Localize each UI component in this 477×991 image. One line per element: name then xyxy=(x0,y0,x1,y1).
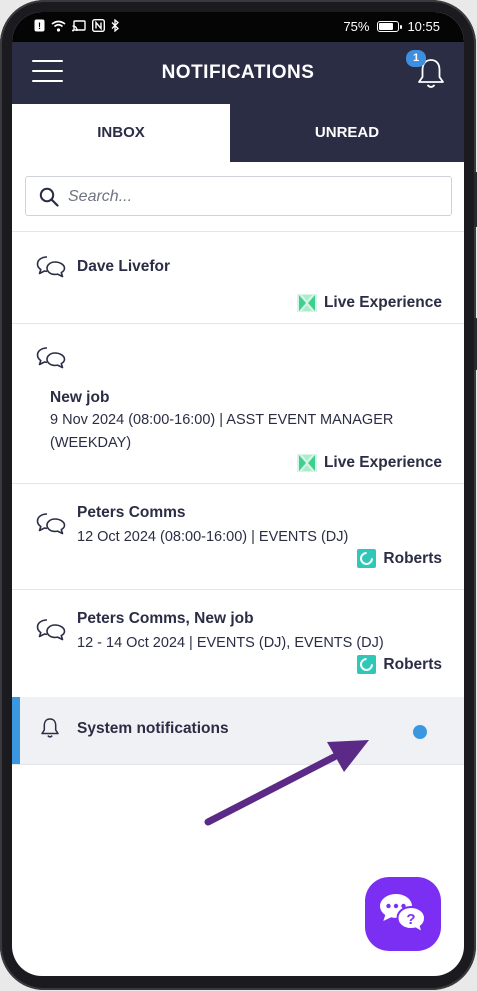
notification-title: Peters Comms xyxy=(77,504,186,521)
notification-item[interactable]: Dave Livefor Live Experience xyxy=(12,232,464,324)
notification-title: New job xyxy=(50,389,110,406)
bell-icon xyxy=(41,718,59,738)
support-chat-button[interactable]: ? xyxy=(365,877,441,951)
chat-bubbles-icon xyxy=(36,513,66,535)
notification-item[interactable]: Peters Comms 12 Oct 2024 (08:00-16:00) |… xyxy=(12,484,464,589)
roberts-logo xyxy=(357,549,377,568)
phone-frame: ! 75% 10:55 NOTIFICATIONS 1 INBOX UNREAD… xyxy=(0,0,477,990)
chat-bubbles-icon xyxy=(36,347,66,369)
company-name: Live Experience xyxy=(323,454,442,471)
cast-icon xyxy=(72,19,86,35)
clock: 10:55 xyxy=(407,19,440,34)
roberts-logo xyxy=(357,655,377,674)
search-input[interactable] xyxy=(66,183,440,211)
app-header: NOTIFICATIONS 1 xyxy=(12,42,464,104)
screen: ! 75% 10:55 NOTIFICATIONS 1 INBOX UNREAD… xyxy=(12,12,464,976)
svg-text:?: ? xyxy=(406,911,415,928)
notification-detail: 12 Oct 2024 (08:00-16:00) | EVENTS (DJ) xyxy=(77,529,349,545)
notifications-bell-button[interactable]: 1 xyxy=(406,50,446,90)
tab-inbox[interactable]: INBOX xyxy=(12,104,230,162)
company-name: Live Experience xyxy=(323,294,442,311)
system-notifications-label: System notifications xyxy=(77,720,229,737)
divider xyxy=(12,764,464,765)
page-title: NOTIFICATIONS xyxy=(161,62,315,83)
status-icons: ! xyxy=(34,18,120,35)
nfc-icon xyxy=(91,18,106,35)
chat-help-icon: ? xyxy=(380,894,427,935)
selected-indicator xyxy=(12,697,20,764)
tab-unread[interactable]: UNREAD xyxy=(230,104,464,162)
wifi-icon xyxy=(51,20,66,35)
battery-percent: 75% xyxy=(343,19,370,34)
notification-item[interactable]: New job 9 Nov 2024 (08:00-16:00) | ASST … xyxy=(12,324,464,483)
bluetooth-icon xyxy=(111,18,120,35)
notification-icon: ! xyxy=(34,19,45,35)
unread-count-badge: 1 xyxy=(406,50,426,67)
chat-bubbles-icon xyxy=(36,619,66,641)
unread-dot xyxy=(413,725,427,739)
notification-title: Peters Comms, New job xyxy=(77,610,254,627)
status-bar: ! 75% 10:55 xyxy=(12,12,464,42)
search-bar xyxy=(25,176,452,216)
search-icon xyxy=(39,187,59,207)
company-tag: Roberts xyxy=(357,655,442,674)
company-name: Roberts xyxy=(383,549,442,567)
company-tag: Live Experience xyxy=(296,294,442,312)
notification-title: Dave Livefor xyxy=(77,258,171,275)
svg-text:!: ! xyxy=(38,21,41,31)
company-name: Roberts xyxy=(383,655,442,673)
live-experience-logo xyxy=(296,294,317,312)
system-notifications-row[interactable]: System notifications xyxy=(12,697,464,764)
notification-detail: 9 Nov 2024 (08:00-16:00) | ASST EVENT MA… xyxy=(50,412,394,451)
status-right: 75% 10:55 xyxy=(343,19,440,34)
notification-detail: 12 - 14 Oct 2024 | EVENTS (DJ), EVENTS (… xyxy=(77,635,384,651)
company-tag: Live Experience xyxy=(296,454,442,472)
notification-item[interactable]: Peters Comms, New job 12 - 14 Oct 2024 |… xyxy=(12,590,464,696)
company-tag: Roberts xyxy=(357,549,442,568)
chat-bubbles-icon xyxy=(36,256,66,278)
live-experience-logo xyxy=(296,454,317,472)
battery-icon xyxy=(377,21,403,32)
tab-bar: INBOX UNREAD xyxy=(12,104,464,162)
